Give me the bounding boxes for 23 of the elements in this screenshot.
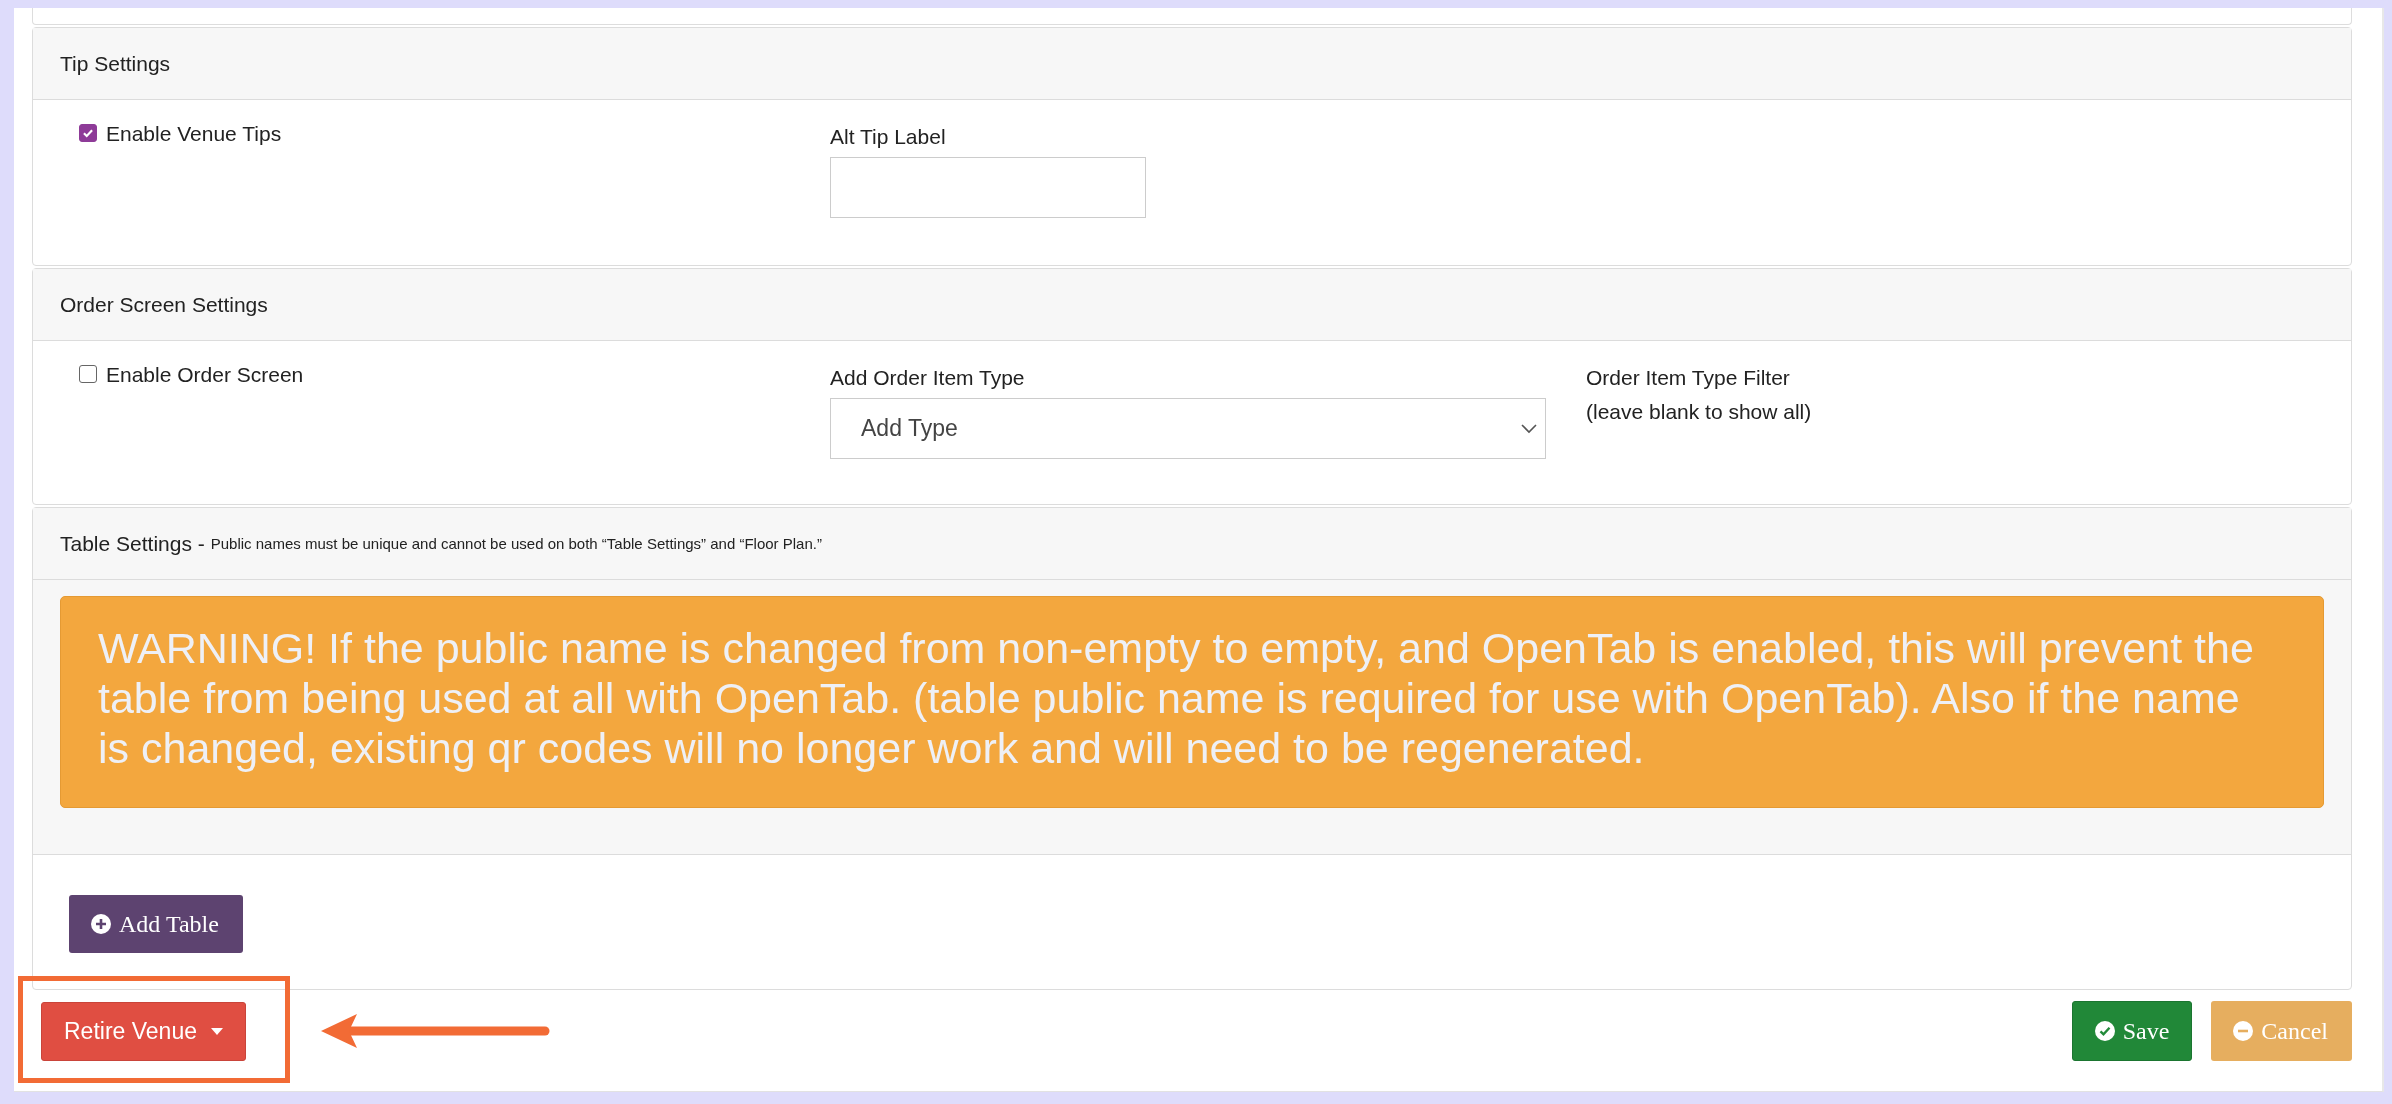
panel-title: Order Screen Settings [60,292,268,317]
panel-note: Public names must be unique and cannot be used on both “Table Settings” and “Floor Plan.” [210,535,822,552]
field-label: Order Item Type Filter [1586,366,1791,390]
field-label: Alt Tip Label [830,124,947,149]
checkbox[interactable] [79,124,97,142]
type-select[interactable]: Add Type [830,398,1546,459]
warning-alert: WARNING! If the public name is changed from non-empty to empty, and OpenTab is enabled, this will prevent the table from being used at all with OpenTab. (table public name is required for use with OpenTab). Also if the name is changed, existing qr codes will no longer work and will need to be regenerated. [60,596,2324,808]
checkbox-label: Enable Order Screen [106,363,304,387]
field-hint: (leave blank to show all) [1586,400,1813,424]
retire-venue-button[interactable]: Retire Venue [41,1001,246,1061]
chevron-down-icon [1521,423,1537,434]
plus-circle-icon [91,914,111,934]
panel-title: Table Settings - [60,531,205,556]
save-button[interactable]: Save [2071,1001,2193,1061]
checkbox-label: Enable Venue Tips [106,122,282,146]
field-label: Add Order Item Type [830,365,1026,390]
check-circle-icon [2094,1021,2115,1041]
minus-circle-icon [2233,1021,2254,1041]
alt-tip-label-field[interactable] [830,157,1146,218]
panel-title: Tip Settings [60,51,171,76]
add-table-button[interactable]: Add Table [69,895,243,953]
caret-icon [211,1027,223,1035]
checkbox[interactable] [79,365,97,383]
